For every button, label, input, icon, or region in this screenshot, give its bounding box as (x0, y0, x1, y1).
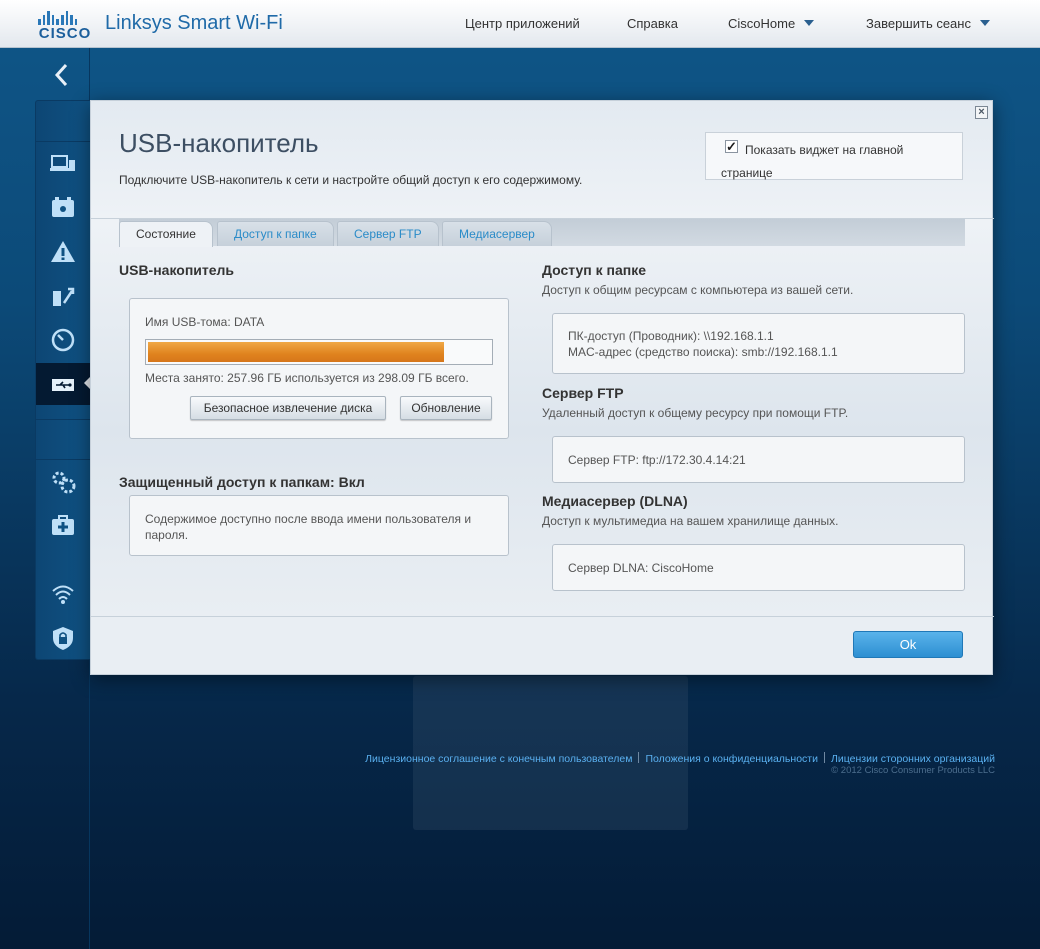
tab-media-server[interactable]: Медиасервер (442, 221, 552, 246)
ftp-address: Сервер FTP: ftp://172.30.4.14:21 (568, 453, 746, 467)
troubleshooting-icon[interactable] (50, 513, 76, 539)
safe-eject-button[interactable]: Безопасное извлечение диска (190, 396, 386, 420)
top-bar: CISCO Linksys Smart Wi-Fi Центр приложен… (0, 0, 1040, 48)
refresh-button[interactable]: Обновление (400, 396, 492, 420)
secure-access-panel: Содержимое доступно после ввода имени по… (129, 495, 509, 556)
secure-access-heading: Защищенный доступ к папкам: Вкл (119, 474, 365, 490)
chevron-down-icon (804, 20, 815, 26)
tab-folder-access[interactable]: Доступ к папке (217, 221, 334, 246)
devices-icon[interactable] (50, 151, 76, 177)
footer-link-eula[interactable]: Лицензионное соглашение с конечным польз… (365, 753, 632, 765)
media-server-panel: Сервер DLNA: CiscoHome (552, 544, 965, 591)
sidebar (35, 100, 90, 660)
dialog-title: USB-накопитель (119, 128, 319, 158)
settings-icon[interactable] (50, 469, 76, 495)
logo-text: CISCO (38, 25, 92, 42)
cisco-logo: CISCO (36, 9, 94, 42)
volume-name: Имя USB-тома: DATA (145, 315, 265, 329)
dialog-description: Подключите USB-накопитель к сети и настр… (119, 173, 583, 187)
speed-test-icon[interactable] (50, 327, 76, 353)
sidebar-divider (36, 459, 90, 460)
footer-separator (638, 752, 640, 763)
nav-router-menu[interactable]: CiscoHome (728, 16, 815, 31)
tab-bar: Состояние Доступ к папке Сервер FTP Меди… (119, 219, 965, 247)
folder-access-panel: ПК-доступ (Проводник): \\192.168.1.1 MAC… (552, 313, 965, 374)
usb-heading: USB-накопитель (119, 262, 235, 278)
sidebar-divider (36, 141, 90, 142)
media-prioritization-icon[interactable] (50, 283, 76, 309)
wireless-icon[interactable] (50, 581, 76, 607)
router-name-label: CiscoHome (728, 16, 796, 31)
ftp-description: Удаленный доступ к общему ресурсу при по… (542, 406, 849, 420)
storage-usage-bar (145, 339, 493, 365)
footer-link-privacy[interactable]: Положения о конфиденциальности (645, 753, 818, 765)
nav-logout-menu[interactable]: Завершить сеанс (866, 16, 990, 31)
show-widget-option: Показать виджет на главной странице ✓ (705, 132, 963, 180)
logout-label: Завершить сеанс (866, 16, 971, 31)
nav-app-center[interactable]: Центр приложений (465, 16, 580, 31)
parental-controls-icon[interactable] (50, 195, 76, 221)
ok-button[interactable]: Ok (853, 631, 963, 658)
nav-help[interactable]: Справка (627, 16, 678, 31)
ftp-panel: Сервер FTP: ftp://172.30.4.14:21 (552, 436, 965, 483)
footer-link-third-party[interactable]: Лицензии сторонних организаций (831, 753, 995, 765)
usb-storage-dialog: × USB-накопитель Подключите USB-накопите… (90, 100, 994, 675)
security-icon[interactable] (50, 625, 76, 651)
mac-access-path: MAC-адрес (средство поиска): smb://192.1… (568, 345, 838, 359)
footer-divider (91, 616, 994, 617)
folder-access-description: Доступ к общим ресурсам с компьютера из … (542, 283, 854, 297)
close-icon[interactable]: × (975, 106, 988, 119)
tab-ftp-server[interactable]: Сервер FTP (337, 221, 439, 246)
back-arrow-icon[interactable] (50, 62, 74, 88)
usb-storage-icon (50, 372, 76, 398)
tab-status[interactable]: Состояние (119, 221, 213, 247)
secure-access-text: Содержимое доступно после ввода имени по… (145, 512, 472, 542)
show-widget-checkbox[interactable]: ✓ (725, 140, 738, 153)
app-title: Linksys Smart Wi-Fi (105, 12, 283, 34)
storage-usage-fill (148, 342, 444, 362)
usage-text: Места занято: 257.96 ГБ используется из … (145, 371, 469, 385)
chevron-down-icon (979, 20, 990, 26)
sidebar-divider (36, 419, 90, 420)
dlna-server-name: Сервер DLNA: CiscoHome (568, 561, 714, 575)
ftp-heading: Сервер FTP (542, 385, 624, 401)
folder-access-heading: Доступ к папке (542, 262, 647, 278)
sidebar-item-usb-active[interactable] (36, 363, 90, 405)
usb-status-panel: Имя USB-тома: DATA Места занято: 257.96 … (129, 298, 509, 439)
footer-copyright: © 2012 Cisco Consumer Products LLC (831, 765, 995, 776)
media-server-description: Доступ к мультимедиа на вашем хранилище … (542, 514, 839, 528)
show-widget-label: Показать виджет на главной странице (721, 143, 904, 180)
alert-icon[interactable] (50, 239, 76, 265)
footer-separator (823, 752, 825, 763)
footer-links: Лицензионное соглашение с конечным польз… (365, 752, 995, 765)
media-server-heading: Медиасервер (DLNA) (542, 493, 688, 509)
pc-access-path: ПК-доступ (Проводник): \\192.168.1.1 (568, 329, 774, 343)
